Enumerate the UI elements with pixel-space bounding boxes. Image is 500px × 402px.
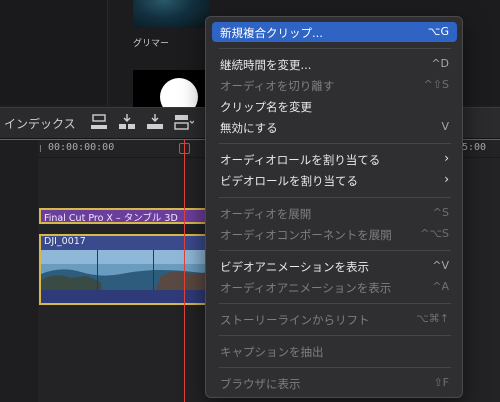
glimmer-thumbnail[interactable] — [133, 0, 209, 28]
shortcut-label: ^⇧S — [423, 78, 449, 91]
ruler-tick — [40, 145, 41, 152]
shortcut-label: ^S — [432, 206, 449, 219]
menu-item-show-video-animation[interactable]: ビデオアニメーションを表示 ^V — [212, 256, 457, 276]
shortcut-label: ^D — [431, 57, 449, 70]
menu-separator — [219, 197, 451, 198]
menu-item-expand-audio: オーディオを展開 ^S — [220, 206, 449, 221]
shortcut-label: ⌥⌘↑ — [416, 312, 449, 325]
menu-separator — [219, 143, 451, 144]
shortcut-label: ⌥G — [427, 25, 449, 38]
menu-item-extract-captions: キャプションを抽出 — [220, 345, 324, 359]
append-clip-icon[interactable] — [144, 112, 166, 132]
menu-separator — [219, 48, 451, 49]
menu-item-lift-from-storyline: ストーリーラインからリフト ⌥⌘↑ — [220, 312, 449, 327]
shortcut-label: V — [441, 120, 449, 133]
menu-item-show-audio-animation: オーディオアニメーションを表示 ^A — [220, 280, 449, 295]
menu-item-rename-clip[interactable]: クリップ名を変更 — [212, 96, 457, 116]
submenu-chevron-icon: › — [444, 172, 449, 186]
index-button[interactable]: インデックス — [4, 115, 76, 132]
overwrite-clip-icon[interactable] — [172, 112, 195, 132]
title-clip-label: Final Cut Pro X – タンブル 3D — [44, 213, 178, 224]
shortcut-label: ⇧F — [433, 376, 449, 389]
menu-separator — [219, 367, 451, 368]
shortcut-label: ^⌥S — [420, 227, 449, 240]
menu-item-reveal-in-browser: ブラウザに表示 ⇧F — [220, 376, 449, 391]
menu-item-disable[interactable]: 無効にする V — [212, 117, 457, 137]
menu-item-change-duration[interactable]: 継続時間を変更... ^D — [212, 54, 457, 74]
menu-separator — [219, 303, 451, 304]
timecode-start: 00:00:00:00 — [48, 142, 115, 153]
context-menu: 新規複合クリップ... ⌥G 継続時間を変更... ^D オーディオを切り離す … — [205, 16, 463, 398]
playhead[interactable] — [184, 140, 185, 402]
circle-shape — [160, 78, 198, 108]
menu-separator — [219, 250, 451, 251]
insert-clip-icon[interactable] — [116, 112, 138, 132]
menu-separator — [219, 335, 451, 336]
submenu-chevron-icon: › — [444, 151, 449, 165]
menu-item-new-compound-clip[interactable]: 新規複合クリップ... ⌥G — [212, 22, 457, 42]
timeline-gutter — [0, 140, 38, 402]
circle-thumbnail[interactable] — [133, 70, 209, 108]
menu-item-detach-audio: オーディオを切り離す ^⇧S — [220, 78, 449, 93]
menu-item-assign-audio-role[interactable]: オーディオロールを割り当てる › — [212, 149, 457, 169]
libraries-sidebar — [0, 0, 108, 105]
glimmer-label: グリマー — [133, 39, 170, 49]
video-clip-label: DJI_0017 — [44, 236, 86, 247]
playhead-handle[interactable] — [179, 143, 190, 154]
shortcut-label: ^V — [432, 259, 449, 272]
shortcut-label: ^A — [432, 280, 449, 293]
connect-clip-icon[interactable] — [88, 112, 110, 132]
timecode-end: 5:00 — [462, 142, 487, 153]
menu-item-expand-audio-components: オーディオコンポーネントを展開 ^⌥S — [220, 227, 449, 242]
menu-item-assign-video-role[interactable]: ビデオロールを割り当てる › — [212, 170, 457, 190]
